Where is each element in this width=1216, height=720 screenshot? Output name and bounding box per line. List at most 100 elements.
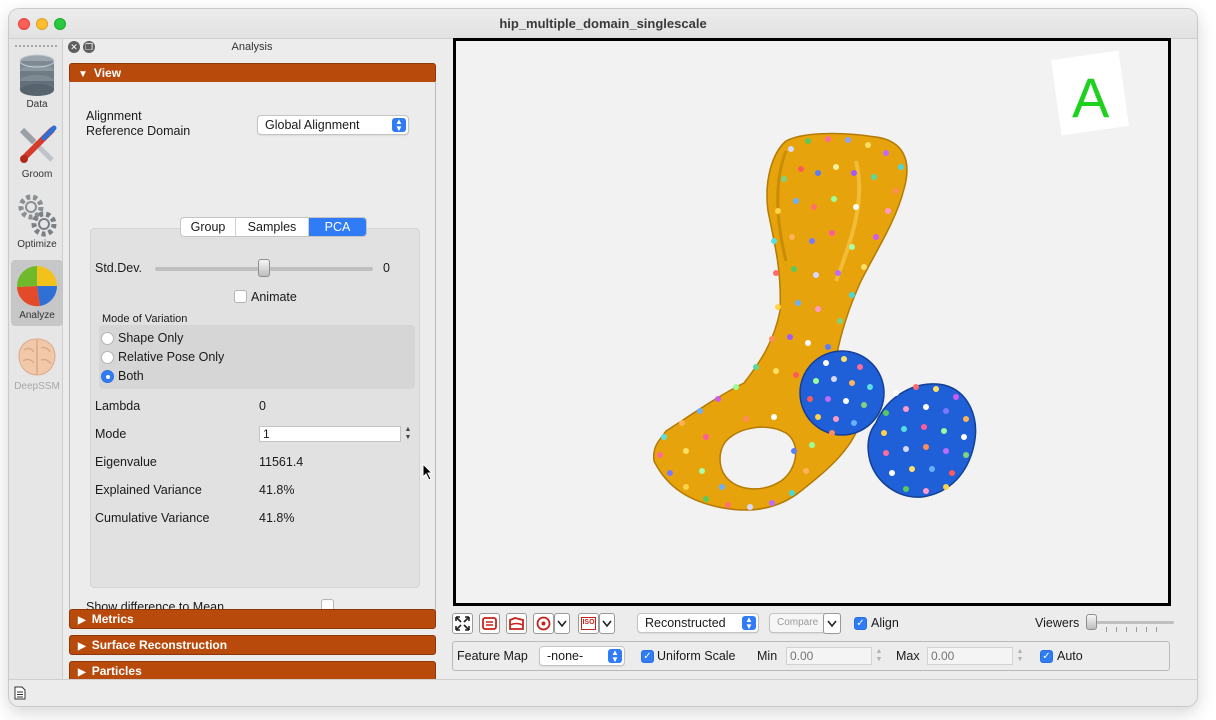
section-particles-header[interactable]: ▶ Particles [69,661,436,681]
view-mode-tabs: Group Samples PCA [180,217,367,237]
feature-map-bar: Feature Map -none- ▲ ▼ ✓ Uniform Scale Mi… [452,641,1170,671]
feature-map-label: Feature Map [457,649,528,663]
pie-chart-icon [16,265,58,307]
tool-data-label: Data [26,99,48,110]
compare-dropdown[interactable] [823,613,841,634]
radio-shape-only[interactable] [101,332,114,345]
eigenvalue-label: Eigenvalue [95,455,157,469]
pca-group-box: Std.Dev. 0 Animate Mode of Variation Sha… [90,228,420,588]
femoral-head-2 [867,383,977,498]
orientation-marker: A [1051,50,1129,136]
auto-label: Auto [1057,649,1083,663]
tool-sidebar: Data Groom Optimize Analyze DeepSSM [9,39,63,679]
tool-data[interactable]: Data [11,49,63,115]
viewer-toolbar: ISO Reconstructed ▲ ▼ Compare ✓ Align Vie… [452,611,1174,637]
chevron-down-icon [602,620,612,628]
brain-icon [18,338,56,376]
gears-icon [18,194,57,237]
min-spin-arrows[interactable]: ▲ ▼ [874,648,884,664]
chevron-down-icon [557,620,567,628]
glyph-button[interactable] [533,613,554,634]
mode-label: Mode [95,427,127,441]
min-input[interactable] [786,647,872,665]
viewers-slider[interactable] [1088,621,1174,624]
sync-camera-icon [482,617,497,630]
mode-spinbox-arrows[interactable]: ▲ ▼ [403,426,413,442]
tool-deepssm[interactable]: DeepSSM [11,331,63,397]
feature-map-select[interactable]: -none- ▲ ▼ [539,646,625,666]
section-surface-label: Surface Reconstruction [91,638,228,652]
max-label: Max [896,649,920,663]
tab-samples[interactable]: Samples [236,218,309,236]
explained-variance-value: 41.8% [259,483,295,497]
tab-group[interactable]: Group [181,218,236,236]
compare-value: Compare [777,617,819,628]
view-section-body: Alignment Reference Domain Global Alignm… [69,82,436,624]
section-view-header[interactable]: ▼ View [69,63,436,83]
collapsed-triangle-icon: ▶ [78,615,86,626]
tool-groom[interactable]: Groom [11,119,63,185]
display-mode-value: Reconstructed [645,616,726,630]
mouse-cursor-icon [422,463,434,481]
mode-spinbox-value: 1 [263,427,270,441]
mode-spinbox[interactable]: 1 [259,426,401,442]
uniform-scale-checkbox[interactable]: ✓ [641,650,654,663]
select-stepper-icon: ▲ ▼ [742,616,756,631]
std-dev-slider-handle[interactable] [258,259,270,277]
max-spin-arrows[interactable]: ▲ ▼ [1015,648,1025,664]
mode-of-variation-title: Mode of Variation [102,313,188,325]
tool-analyze[interactable]: Analyze [11,260,63,326]
reference-domain-label: Reference Domain [86,124,191,138]
tool-optimize[interactable]: Optimize [11,189,63,255]
section-metrics-header[interactable]: ▶ Metrics [69,609,436,629]
reset-camera-button[interactable] [479,613,500,634]
alignment-select-value: Global Alignment [265,118,360,132]
viewers-slider-handle[interactable] [1086,614,1097,630]
isosurface-options-dropdown[interactable] [599,613,615,634]
lambda-label: Lambda [95,399,141,413]
animate-checkbox[interactable] [234,290,247,303]
window-title: hip_multiple_domain_singlescale [499,16,707,31]
mode-of-variation-box: Shape Only Relative Pose Only Both [99,325,415,389]
max-input[interactable] [927,647,1013,665]
animate-label: Animate [251,290,297,304]
radio-shape-only-label: Shape Only [118,331,184,345]
hip-model-render: A [652,50,1129,511]
cumulative-variance-label: Cumulative Variance [95,511,210,525]
orientation-letter: A [1072,66,1110,129]
viewers-label: Viewers [1035,616,1080,630]
femoral-head-1 [799,350,885,436]
float-panel-icon[interactable]: ❐ [83,41,95,53]
close-panel-icon[interactable]: ✕ [68,41,80,53]
auto-checkbox[interactable]: ✓ [1040,650,1053,663]
display-mode-select[interactable]: Reconstructed ▲ ▼ [637,613,759,633]
alignment-select[interactable]: Global Alignment ▲ ▼ [257,115,409,135]
drag-handle[interactable] [15,45,57,47]
section-surface-reconstruction-header[interactable]: ▶ Surface Reconstruction [69,635,436,655]
chevron-down-icon [827,620,837,628]
auto-view-button[interactable] [452,613,473,634]
tab-pca[interactable]: PCA [309,218,366,236]
analysis-panel: ✕ ❐ Analysis ▼ View Alignment Reference D… [66,39,438,681]
database-icon [19,54,55,96]
panel-title: Analysis [231,41,273,53]
panel-header: ✕ ❐ Analysis [66,39,438,56]
glyph-options-dropdown[interactable] [554,613,570,634]
log-document-icon[interactable] [14,686,26,700]
radio-both[interactable] [101,370,114,383]
align-checkbox[interactable]: ✓ [854,617,867,630]
tool-analyze-label: Analyze [19,310,55,321]
lambda-value: 0 [259,399,266,413]
cut-plane-button[interactable] [506,613,527,634]
alignment-label: Alignment [86,109,142,123]
tool-deepssm-label: DeepSSM [14,381,60,392]
isosurface-button[interactable]: ISO [578,613,599,634]
cumulative-variance-value: 41.8% [259,511,295,525]
3d-viewer[interactable]: A [453,38,1171,606]
radio-relative-pose-only[interactable] [101,351,114,364]
select-stepper-icon: ▲ ▼ [608,649,622,664]
feature-map-value: -none- [547,649,584,663]
collapsed-triangle-icon: ▶ [78,641,86,652]
min-label: Min [757,649,778,663]
app-window: hip_multiple_domain_singlescale Data Gro… [9,9,1197,706]
